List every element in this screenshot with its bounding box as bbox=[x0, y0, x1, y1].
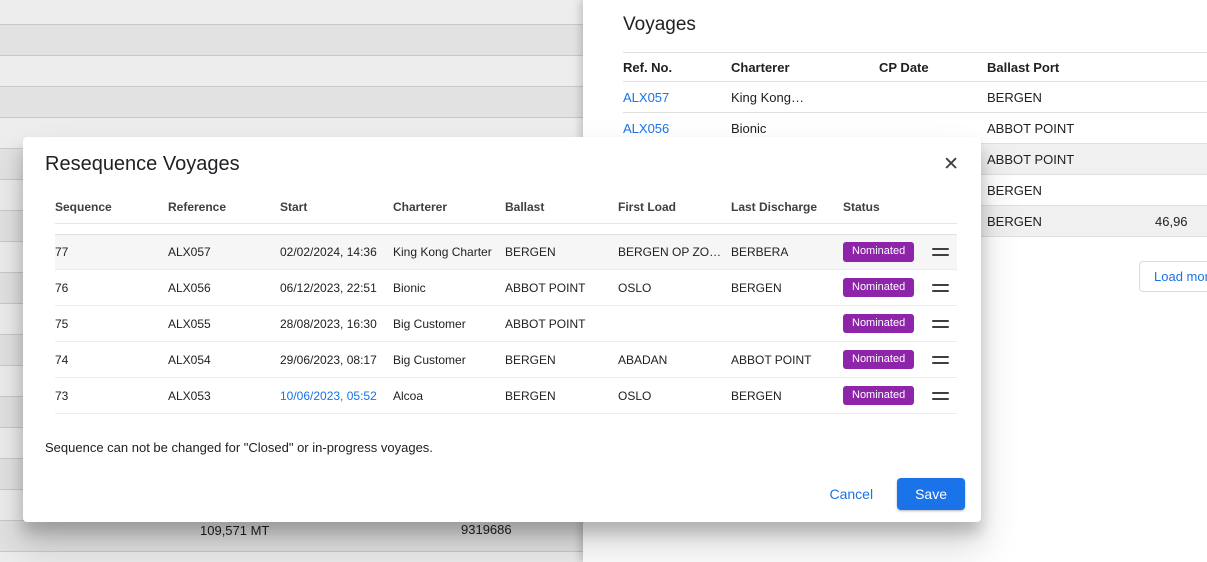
status-badge: Nominated bbox=[843, 350, 914, 369]
close-icon[interactable]: ✕ bbox=[937, 153, 965, 176]
voyage-quantity: 46,96 bbox=[1155, 214, 1207, 229]
voyages-row[interactable]: ALX057 King Kong… BERGEN bbox=[623, 82, 1207, 113]
row-charterer: Big Customer bbox=[393, 317, 505, 331]
sequence-note: Sequence can not be changed for "Closed"… bbox=[45, 440, 981, 455]
row-reference: ALX057 bbox=[168, 245, 280, 259]
resequence-table: Sequence Reference Start Charterer Balla… bbox=[55, 190, 957, 414]
voyage-ballast-port: ABBOT POINT bbox=[987, 121, 1155, 136]
row-last-discharge: ABBOT POINT bbox=[731, 353, 843, 367]
row-ballast: BERGEN bbox=[505, 353, 618, 367]
row-first-load: OSLO bbox=[618, 281, 731, 295]
row-ballast: ABBOT POINT bbox=[505, 281, 618, 295]
row-start[interactable]: 10/06/2023, 05:52 bbox=[280, 389, 393, 403]
row-charterer: Bionic bbox=[393, 281, 505, 295]
row-sequence: 75 bbox=[55, 317, 168, 331]
row-sequence: 76 bbox=[55, 281, 168, 295]
column-header-charterer: Charterer bbox=[731, 60, 879, 75]
background-code-value: 9319686 bbox=[461, 522, 512, 537]
screen: 109,571 MT 9319686 Voyages Ref. No. Char… bbox=[0, 0, 1207, 562]
save-button[interactable]: Save bbox=[897, 478, 965, 510]
resequence-row[interactable]: 76 ALX056 06/12/2023, 22:51 Bionic ABBOT… bbox=[55, 270, 957, 306]
voyage-ballast-port: ABBOT POINT bbox=[987, 152, 1155, 167]
row-charterer: King Kong Charter bbox=[393, 245, 505, 259]
row-ballast: ABBOT POINT bbox=[505, 317, 618, 331]
status-badge: Nominated bbox=[843, 278, 914, 297]
column-header-first-load: First Load bbox=[618, 200, 731, 214]
voyage-ref-link[interactable]: ALX056 bbox=[623, 121, 731, 136]
resequence-table-header: Sequence Reference Start Charterer Balla… bbox=[55, 190, 957, 224]
dialog-actions: Cancel Save bbox=[813, 478, 965, 510]
drag-handle-icon[interactable] bbox=[932, 318, 949, 330]
resequence-row[interactable]: 77 ALX057 02/02/2024, 14:36 King Kong Ch… bbox=[55, 234, 957, 270]
column-header-last-discharge: Last Discharge bbox=[731, 200, 843, 214]
row-start: 28/08/2023, 16:30 bbox=[280, 317, 393, 331]
row-last-discharge: BERBERA bbox=[731, 245, 843, 259]
row-last-discharge: BERGEN bbox=[731, 389, 843, 403]
column-header-status: Status bbox=[843, 200, 932, 214]
row-charterer: Alcoa bbox=[393, 389, 505, 403]
resequence-row[interactable]: 75 ALX055 28/08/2023, 16:30 Big Customer… bbox=[55, 306, 957, 342]
column-header-ballast-port: Ballast Port bbox=[987, 60, 1155, 75]
row-start: 06/12/2023, 22:51 bbox=[280, 281, 393, 295]
row-reference: ALX056 bbox=[168, 281, 280, 295]
row-first-load: BERGEN OP ZOOM bbox=[618, 245, 731, 259]
drag-handle-icon[interactable] bbox=[932, 354, 949, 366]
resequence-row[interactable]: 74 ALX054 29/06/2023, 08:17 Big Customer… bbox=[55, 342, 957, 378]
column-header-charterer: Charterer bbox=[393, 200, 505, 214]
row-ballast: BERGEN bbox=[505, 245, 618, 259]
drag-handle-icon[interactable] bbox=[932, 246, 949, 258]
voyages-panel-title: Voyages bbox=[583, 0, 1207, 36]
column-header-cp-date: CP Date bbox=[879, 60, 987, 75]
row-start: 29/06/2023, 08:17 bbox=[280, 353, 393, 367]
voyages-table-header: Ref. No. Charterer CP Date Ballast Port bbox=[623, 52, 1207, 82]
column-header-ballast: Ballast bbox=[505, 200, 618, 214]
column-header-reference: Reference bbox=[168, 200, 280, 214]
row-reference: ALX055 bbox=[168, 317, 280, 331]
background-weight-value: 109,571 MT bbox=[200, 523, 269, 538]
row-start: 02/02/2024, 14:36 bbox=[280, 245, 393, 259]
row-first-load: OSLO bbox=[618, 389, 731, 403]
row-reference: ALX054 bbox=[168, 353, 280, 367]
row-sequence: 77 bbox=[55, 245, 168, 259]
resequence-voyages-dialog: Resequence Voyages ✕ Sequence Reference … bbox=[23, 137, 981, 522]
voyage-ballast-port: BERGEN bbox=[987, 90, 1155, 105]
status-badge: Nominated bbox=[843, 386, 914, 405]
row-sequence: 74 bbox=[55, 353, 168, 367]
drag-handle-icon[interactable] bbox=[932, 282, 949, 294]
dialog-title: Resequence Voyages bbox=[45, 153, 240, 176]
resequence-table-body: 77 ALX057 02/02/2024, 14:36 King Kong Ch… bbox=[55, 234, 957, 414]
status-badge: Nominated bbox=[843, 314, 914, 333]
row-ballast: BERGEN bbox=[505, 389, 618, 403]
row-last-discharge: BERGEN bbox=[731, 281, 843, 295]
dialog-header: Resequence Voyages ✕ bbox=[23, 137, 981, 176]
column-header-start: Start bbox=[280, 200, 393, 214]
voyage-ballast-port: BERGEN bbox=[987, 214, 1155, 229]
voyage-charterer: Bionic bbox=[731, 121, 879, 136]
voyage-ballast-port: BERGEN bbox=[987, 183, 1155, 198]
status-badge: Nominated bbox=[843, 242, 914, 261]
drag-handle-icon[interactable] bbox=[932, 390, 949, 402]
row-sequence: 73 bbox=[55, 389, 168, 403]
row-charterer: Big Customer bbox=[393, 353, 505, 367]
row-first-load: ABADAN bbox=[618, 353, 731, 367]
load-more-button[interactable]: Load more bbox=[1139, 261, 1207, 292]
cancel-button[interactable]: Cancel bbox=[813, 478, 889, 510]
column-header-ref-no: Ref. No. bbox=[623, 60, 731, 75]
row-reference: ALX053 bbox=[168, 389, 280, 403]
resequence-row[interactable]: 73 ALX053 10/06/2023, 05:52 Alcoa BERGEN… bbox=[55, 378, 957, 414]
column-header-sequence: Sequence bbox=[55, 200, 168, 214]
voyage-charterer: King Kong… bbox=[731, 90, 879, 105]
voyage-ref-link[interactable]: ALX057 bbox=[623, 90, 731, 105]
